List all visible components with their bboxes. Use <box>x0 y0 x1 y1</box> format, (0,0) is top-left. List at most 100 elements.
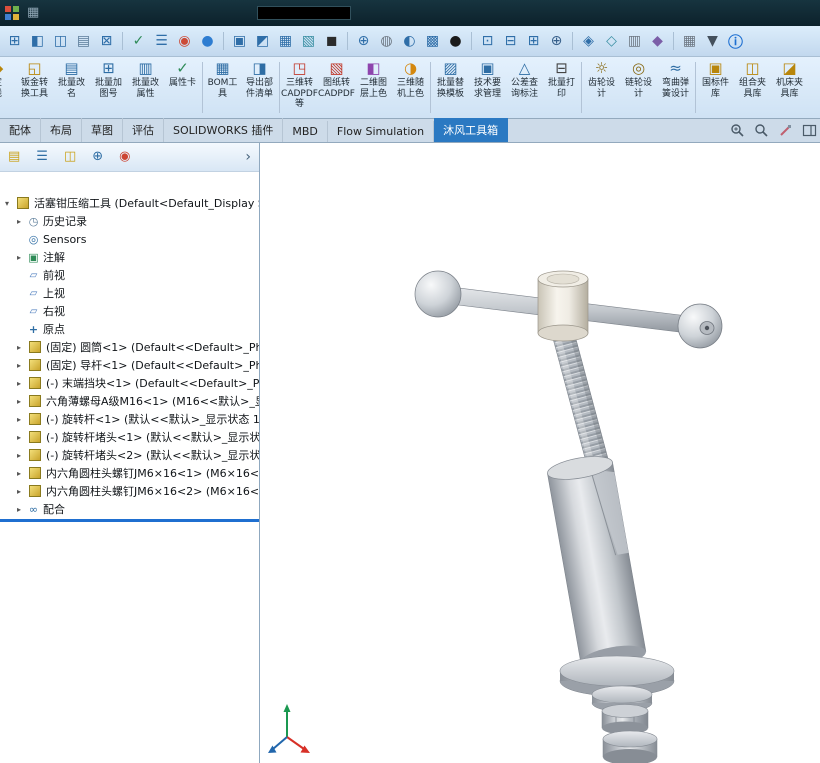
tree-item-component[interactable]: (-) 旋转杆堵头<1> (默认<<默认>_显示状态 1>) <box>0 428 259 446</box>
displaymanager-tab-icon[interactable]: ◉ <box>119 150 130 164</box>
tree-item-origin[interactable]: 原点 <box>0 320 259 338</box>
tree-item-front-plane[interactable]: 前视 <box>0 266 259 284</box>
paste-icon[interactable]: ◩ <box>252 31 273 52</box>
properties-icon[interactable]: ▤ <box>73 31 94 52</box>
list-icon[interactable]: ☰ <box>151 31 172 52</box>
sphere-icon[interactable]: ◍ <box>376 31 397 52</box>
ribbon-item-batch-props[interactable]: ▥ 批量改 属性 <box>127 57 164 118</box>
expander-icon[interactable] <box>14 379 24 388</box>
ribbon-item-tech-req[interactable]: ▣ 技术要 求管理 <box>469 57 506 118</box>
frame-icon[interactable]: ⊡ <box>477 31 498 52</box>
expander-icon[interactable] <box>14 253 24 262</box>
tab-assembly[interactable]: 配体 <box>0 118 41 142</box>
ribbon-item-batch-print[interactable]: ⊟ 批量打 印 <box>543 57 580 118</box>
markup-icon[interactable] <box>778 123 793 138</box>
tree-item-top-plane[interactable]: 上视 <box>0 284 259 302</box>
propertymanager-tab-icon[interactable]: ☰ <box>36 150 48 164</box>
ribbon-item-spring-design[interactable]: ≈ 弯曲弹 簧设计 <box>657 57 694 118</box>
printer-icon[interactable]: ◼ <box>321 31 342 52</box>
ribbon-item-gear-design[interactable]: ☼ 齿轮设 计 <box>583 57 620 118</box>
tree-item-component[interactable]: (-) 末端挡块<1> (Default<<Default>_PhotoWork… <box>0 374 259 392</box>
expander-icon[interactable] <box>14 487 24 496</box>
ribbon-item-batch-rename[interactable]: ▤ 批量改 名 <box>53 57 90 118</box>
check-doc-icon[interactable]: ✓ <box>128 31 149 52</box>
tab-flow-simulation[interactable]: Flow Simulation <box>328 121 434 142</box>
ribbon-item-prop-card[interactable]: ✓ 属性卡 <box>164 57 201 118</box>
ribbon-item-sprocket-design[interactable]: ◎ 链轮设 计 <box>620 57 657 118</box>
app-logo-icon[interactable] <box>5 6 19 20</box>
tree-item-component[interactable]: (固定) 圆筒<1> (Default<<Default>_PhotoWorks… <box>0 338 259 356</box>
gem-outline-icon[interactable]: ◈ <box>578 31 599 52</box>
chevron-right-icon[interactable] <box>245 149 251 165</box>
record-icon[interactable]: ● <box>445 31 466 52</box>
tree-item-component[interactable]: 内六角圆柱头螺钉JM6×16<1> (M6×16<<默认>_显示状 <box>0 464 259 482</box>
save-icon[interactable]: ◫ <box>50 31 71 52</box>
expander-icon[interactable] <box>14 469 24 478</box>
ribbon-item-tolerance-query[interactable]: △ 公差查 询标注 <box>506 57 543 118</box>
viewport-canvas[interactable] <box>260 143 820 763</box>
zoom-window-icon[interactable] <box>754 123 769 138</box>
panel-flyout-icon[interactable] <box>802 123 817 138</box>
tab-mbd[interactable]: MBD <box>283 121 328 142</box>
tab-evaluate[interactable]: 评估 <box>123 118 164 142</box>
copy-icon[interactable]: ▣ <box>229 31 250 52</box>
info-icon[interactable]: ⓘ <box>725 31 746 52</box>
document-icon[interactable]: ▦ <box>27 6 39 20</box>
expander-icon[interactable] <box>14 505 24 514</box>
ribbon-item-bom-tool[interactable]: ▦ BOM工 具 <box>204 57 241 118</box>
target-icon[interactable]: ⊕ <box>546 31 567 52</box>
ribbon-item-clipped[interactable]: ◆ 定 线 <box>0 57 16 118</box>
ribbon-item-sheetmetal-tool[interactable]: ◱ 钣金转 换工具 <box>16 57 53 118</box>
tab-mufeng-toolbox[interactable]: 沐风工具箱 <box>434 118 508 142</box>
tree-item-component[interactable]: 六角薄螺母A级M16<1> (M16<<默认>_显示状态 1>) <box>0 392 259 410</box>
tree-item-component[interactable]: 内六角圆柱头螺钉JM6×16<2> (M6×16<<默认>_显示状 <box>0 482 259 500</box>
zoom-in-icon[interactable] <box>730 123 745 138</box>
tree-item-history[interactable]: 历史记录 <box>0 212 259 230</box>
book-icon[interactable]: ▥ <box>624 31 645 52</box>
expander-icon[interactable] <box>2 199 12 208</box>
ribbon-item-2d-colorize[interactable]: ◧ 二维图 层上色 <box>355 57 392 118</box>
tree-item-component[interactable]: (-) 旋转杆<1> (默认<<默认>_显示状态 1>) <box>0 410 259 428</box>
tree-root-item[interactable]: 活塞钳压缩工具 (Default<Default_Display State-1… <box>0 194 259 212</box>
ribbon-item-3d-to-cadpdf[interactable]: ◳ 三维转 CADPDF 等 <box>281 57 318 118</box>
tab-layout[interactable]: 布局 <box>41 118 82 142</box>
expander-icon[interactable] <box>14 343 24 352</box>
close-doc-icon[interactable]: ⊠ <box>96 31 117 52</box>
tab-sketch[interactable]: 草图 <box>82 118 123 142</box>
ribbon-item-fixture-library[interactable]: ◫ 组合夹 具库 <box>734 57 771 118</box>
expander-icon[interactable] <box>14 415 24 424</box>
minus-box-icon[interactable]: ⊟ <box>500 31 521 52</box>
tree-item-right-plane[interactable]: 右视 <box>0 302 259 320</box>
expander-icon[interactable] <box>14 433 24 442</box>
color-wheel-icon[interactable]: ◉ <box>174 31 195 52</box>
pattern-icon[interactable]: ▧ <box>298 31 319 52</box>
featuremanager-tab-icon[interactable]: ▤ <box>8 150 20 164</box>
ribbon-item-gb-library[interactable]: ▣ 国标件 库 <box>697 57 734 118</box>
ribbon-item-drawing-to-cadpdf[interactable]: ▧ 图纸转 CADPDF <box>318 57 355 118</box>
tree-item-mates[interactable]: 配合 <box>0 500 259 518</box>
tree-item-sensors[interactable]: Sensors <box>0 230 259 248</box>
ribbon-item-machine-fixture-library[interactable]: ◪ 机床夹 具库 <box>771 57 808 118</box>
tree-item-annotations[interactable]: 注解 <box>0 248 259 266</box>
add-icon[interactable]: ⊕ <box>353 31 374 52</box>
ribbon-item-batch-template[interactable]: ▨ 批量替 换模板 <box>432 57 469 118</box>
dropdown-icon[interactable]: ▼ <box>702 31 723 52</box>
contrast-icon[interactable]: ◐ <box>399 31 420 52</box>
expander-icon[interactable] <box>14 217 24 226</box>
globe-icon[interactable]: ● <box>197 31 218 52</box>
ribbon-item-batch-number[interactable]: ⊞ 批量加 图号 <box>90 57 127 118</box>
gem-icon[interactable]: ◆ <box>647 31 668 52</box>
plus-box-icon[interactable]: ⊞ <box>523 31 544 52</box>
tree-item-component[interactable]: (固定) 导杆<1> (Default<<Default>_PhotoWorks… <box>0 356 259 374</box>
tree-item-component[interactable]: (-) 旋转杆堵头<2> (默认<<默认>_显示状态 1>) <box>0 446 259 464</box>
diamond-icon[interactable]: ◇ <box>601 31 622 52</box>
expander-icon[interactable] <box>14 451 24 460</box>
grid-icon[interactable]: ▦ <box>679 31 700 52</box>
expander-icon[interactable] <box>14 361 24 370</box>
selection-rollback-bar[interactable] <box>0 519 259 522</box>
open-icon[interactable]: ◧ <box>27 31 48 52</box>
dimxpert-tab-icon[interactable]: ⊕ <box>92 150 103 164</box>
view-palette-icon[interactable]: ⊞ <box>4 31 25 52</box>
configurationmanager-tab-icon[interactable]: ◫ <box>64 150 76 164</box>
hatch-icon[interactable]: ▩ <box>422 31 443 52</box>
